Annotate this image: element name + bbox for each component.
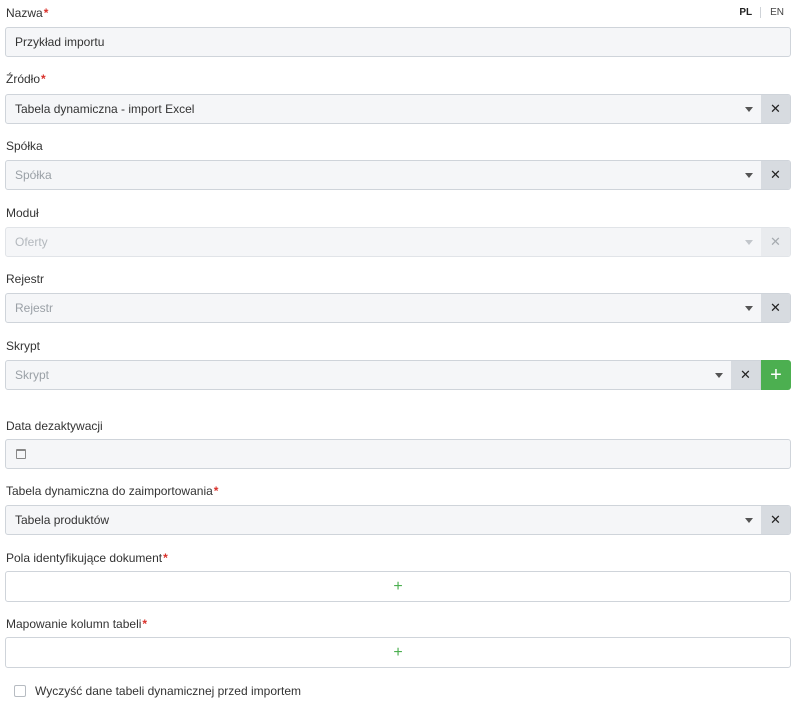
- required-marker: *: [213, 484, 219, 498]
- column-mapping-add-button[interactable]: +: [5, 637, 791, 668]
- module-clear-button: ✕: [761, 228, 790, 256]
- source-clear-button[interactable]: ✕: [761, 95, 790, 123]
- required-marker: *: [163, 551, 168, 565]
- module-select: Oferty ✕: [5, 227, 791, 257]
- source-select[interactable]: Tabela dynamiczna - import Excel ✕: [5, 94, 791, 124]
- plus-icon: +: [393, 577, 403, 595]
- close-icon: ✕: [770, 167, 781, 182]
- clear-before-import-checkbox[interactable]: Wyczyść dane tabeli dynamicznej przed im…: [14, 684, 301, 698]
- script-row: Skrypt ✕ +: [5, 360, 791, 390]
- deactivation-date-label: Data dezaktywacji: [6, 419, 103, 433]
- identifying-fields-label: Pola identyfikujące dokument*: [6, 551, 168, 565]
- close-icon: ✕: [770, 234, 781, 249]
- required-marker: *: [43, 6, 49, 20]
- company-clear-button[interactable]: ✕: [761, 161, 790, 189]
- required-marker: *: [41, 72, 46, 86]
- module-label: Moduł: [6, 206, 39, 220]
- script-clear-button[interactable]: ✕: [731, 361, 760, 389]
- script-label: Skrypt: [6, 339, 41, 353]
- register-placeholder: Rejestr: [15, 301, 54, 315]
- source-value: Tabela dynamiczna - import Excel: [15, 102, 195, 116]
- column-mapping-label: Mapowanie kolumn tabeli*: [6, 617, 147, 631]
- dynamic-table-clear-button[interactable]: ✕: [761, 506, 790, 534]
- register-clear-button[interactable]: ✕: [761, 294, 790, 322]
- name-label: Nazwa*: [6, 6, 48, 20]
- register-label: Rejestr: [6, 272, 45, 286]
- company-select[interactable]: Spółka ✕: [5, 160, 791, 190]
- language-pl[interactable]: PL: [739, 7, 752, 18]
- register-select[interactable]: Rejestr ✕: [5, 293, 791, 323]
- identifying-fields-label-text: Pola identyfikujące dokument: [6, 551, 163, 565]
- source-label-text: Źródło: [6, 72, 41, 86]
- required-marker: *: [142, 617, 148, 631]
- identifying-fields-add-button[interactable]: +: [5, 571, 791, 602]
- dynamic-table-label-text: Tabela dynamiczna do zaimportowania: [6, 484, 213, 498]
- plus-icon: +: [393, 643, 403, 661]
- company-placeholder: Spółka: [15, 168, 52, 182]
- dynamic-table-value: Tabela produktów: [15, 513, 110, 527]
- name-label-text: Nazwa: [6, 6, 43, 20]
- dynamic-table-select[interactable]: Tabela produktów ✕: [5, 505, 791, 535]
- language-switch: PL EN: [739, 7, 784, 18]
- chevron-down-icon[interactable]: [745, 172, 753, 178]
- close-icon: ✕: [770, 101, 781, 116]
- close-icon: ✕: [770, 300, 781, 315]
- chevron-down-icon: [745, 239, 753, 245]
- column-mapping-label-text: Mapowanie kolumn tabeli: [6, 617, 142, 631]
- chevron-down-icon[interactable]: [745, 106, 753, 112]
- module-placeholder: Oferty: [15, 235, 48, 249]
- language-en[interactable]: EN: [770, 7, 784, 18]
- chevron-down-icon[interactable]: [745, 517, 753, 523]
- name-value: Przykład importu: [15, 35, 105, 49]
- clear-before-import-label: Wyczyść dane tabeli dynamicznej przed im…: [35, 684, 301, 698]
- script-select[interactable]: Skrypt ✕: [5, 360, 761, 390]
- source-label: Źródło*: [6, 72, 46, 86]
- dynamic-table-label: Tabela dynamiczna do zaimportowania*: [6, 484, 218, 498]
- chevron-down-icon[interactable]: [715, 372, 723, 378]
- plus-icon: +: [770, 364, 782, 386]
- checkbox-box[interactable]: [14, 685, 26, 697]
- add-script-button[interactable]: +: [761, 360, 791, 390]
- chevron-down-icon[interactable]: [745, 305, 753, 311]
- calendar-icon[interactable]: [16, 449, 26, 459]
- close-icon: ✕: [770, 512, 781, 527]
- close-icon: ✕: [740, 367, 751, 382]
- company-label: Spółka: [6, 139, 43, 153]
- language-divider: [760, 7, 762, 18]
- script-placeholder: Skrypt: [15, 368, 50, 382]
- name-input[interactable]: Przykład importu: [5, 27, 791, 57]
- deactivation-date-input[interactable]: [5, 439, 791, 469]
